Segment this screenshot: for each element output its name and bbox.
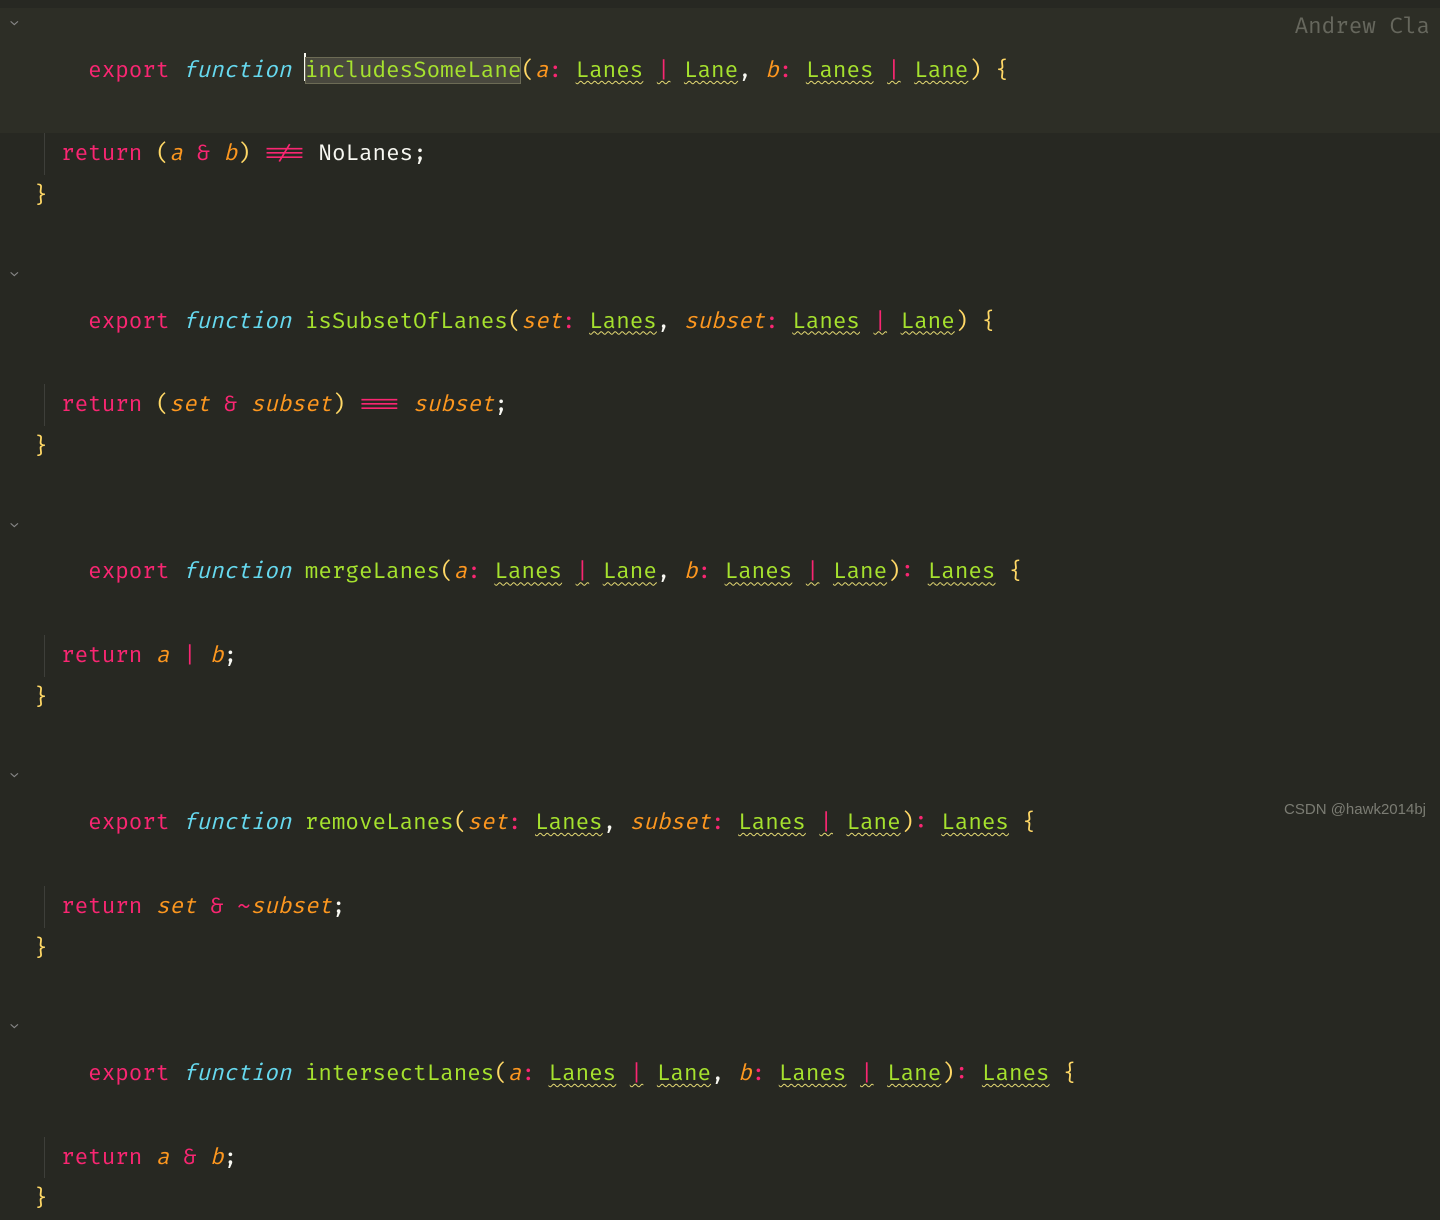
watermark: CSDN @hawk2014bj — [1284, 796, 1426, 825]
fold-icon[interactable]: ⌄ — [10, 14, 24, 28]
code-line[interactable] — [0, 468, 1440, 510]
code-line[interactable] — [0, 217, 1440, 259]
function-name: includesSomeLane — [305, 57, 522, 84]
code-editor[interactable]: Andrew Cla ⌄export function includesSome… — [0, 0, 1440, 1220]
code-line[interactable]: } — [0, 928, 1440, 970]
identifier: NoLanes — [318, 140, 413, 167]
code-line[interactable] — [0, 719, 1440, 761]
type-ref: Lane — [914, 57, 968, 84]
type-ref: Lane — [684, 57, 738, 84]
code-line[interactable]: return a & b; — [0, 1137, 1440, 1179]
param: b — [765, 57, 779, 84]
code-line[interactable]: return a | b; — [0, 635, 1440, 677]
type-ref: Lanes — [806, 57, 874, 84]
code-line[interactable]: return (a & b) !== NoLanes; — [0, 133, 1440, 175]
function-name: mergeLanes — [305, 558, 440, 585]
code-line[interactable]: ⌄export function isSubsetOfLanes(set: La… — [0, 259, 1440, 384]
code-line[interactable]: ⌄export function removeLanes(set: Lanes,… — [0, 760, 1440, 885]
code-line[interactable]: ⌄export function intersectLanes(a: Lanes… — [0, 1011, 1440, 1136]
fold-icon[interactable]: ⌄ — [10, 1017, 24, 1031]
function-name: isSubsetOfLanes — [305, 308, 508, 335]
keyword-export: export — [88, 57, 169, 84]
code-line[interactable]: ⌄export function includesSomeLane(a: Lan… — [0, 8, 1440, 133]
keyword-return: return — [61, 140, 142, 167]
code-line[interactable]: } — [0, 677, 1440, 719]
code-line[interactable]: return set & ~subset; — [0, 886, 1440, 928]
param: a — [535, 57, 549, 84]
code-line[interactable]: } — [0, 175, 1440, 217]
fold-icon[interactable]: ⌄ — [10, 766, 24, 780]
code-line[interactable] — [0, 969, 1440, 1011]
keyword-function: function — [183, 57, 291, 84]
type-ref: Lanes — [576, 57, 644, 84]
fold-icon[interactable]: ⌄ — [10, 265, 24, 279]
code-line[interactable]: } — [0, 426, 1440, 468]
function-name: removeLanes — [305, 809, 454, 836]
function-name: intersectLanes — [305, 1060, 495, 1087]
code-line[interactable]: return (set & subset) === subset; — [0, 384, 1440, 426]
code-line[interactable]: ⌄export function mergeLanes(a: Lanes | L… — [0, 510, 1440, 635]
indent-guide — [44, 133, 45, 175]
fold-icon[interactable]: ⌄ — [10, 516, 24, 530]
code-line[interactable]: } — [0, 1178, 1440, 1220]
